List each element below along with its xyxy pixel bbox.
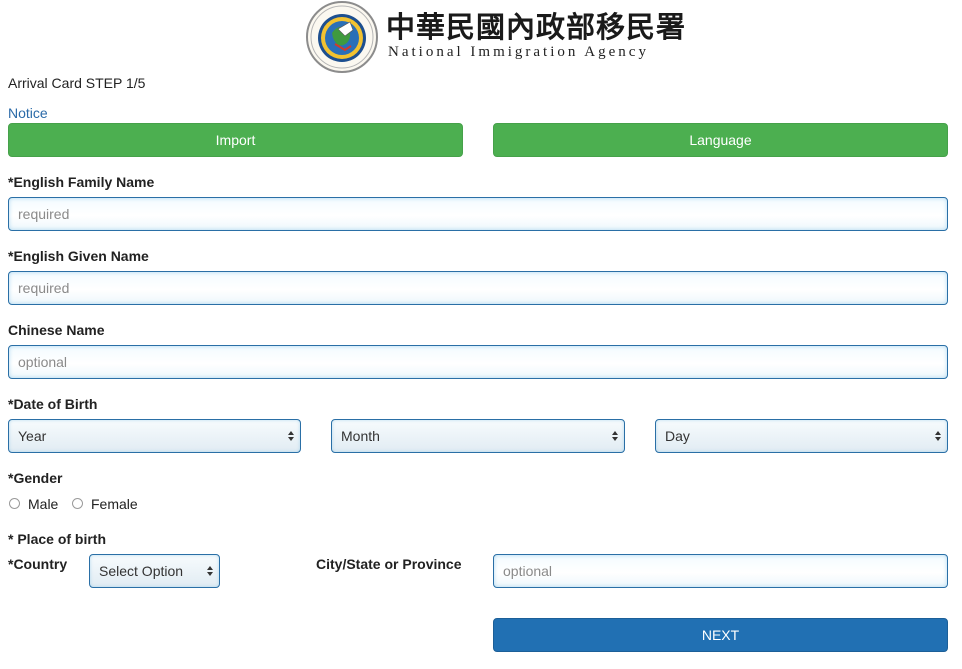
- gender-male-label[interactable]: Male: [28, 496, 58, 512]
- select-arrows-icon: [935, 431, 941, 441]
- birth-year-select[interactable]: Year: [8, 419, 301, 453]
- chinese-name-label: Chinese Name: [8, 322, 105, 338]
- family-name-label: *English Family Name: [8, 174, 155, 190]
- select-arrows-icon: [207, 566, 213, 576]
- birth-day-select[interactable]: Day: [655, 419, 948, 453]
- place-of-birth-label: * Place of birth: [8, 531, 107, 547]
- birth-month-value: Month: [341, 428, 380, 444]
- select-arrows-icon: [612, 431, 618, 441]
- agency-name-english: National Immigration Agency: [388, 44, 649, 60]
- country-label: *Country: [8, 556, 68, 572]
- agency-name-chinese: 中華民國內政部移民署: [386, 10, 687, 44]
- city-input[interactable]: [493, 554, 948, 588]
- chinese-name-input[interactable]: [8, 345, 948, 379]
- agency-seal-logo: [305, 0, 379, 74]
- country-select[interactable]: Select Option: [89, 554, 220, 588]
- birth-month-select[interactable]: Month: [331, 419, 625, 453]
- gender-male-radio[interactable]: [9, 498, 20, 509]
- notice-link[interactable]: Notice: [8, 105, 48, 121]
- date-of-birth-label: *Date of Birth: [8, 396, 98, 412]
- given-name-input[interactable]: [8, 271, 948, 305]
- select-arrows-icon: [288, 431, 294, 441]
- birth-day-value: Day: [665, 428, 690, 444]
- given-name-label: *English Given Name: [8, 248, 149, 264]
- step-indicator: Arrival Card STEP 1/5: [8, 75, 146, 91]
- gender-female-label[interactable]: Female: [91, 496, 138, 512]
- family-name-input[interactable]: [8, 197, 948, 231]
- gender-female-radio[interactable]: [72, 498, 83, 509]
- birth-year-value: Year: [18, 428, 47, 444]
- gender-label: *Gender: [8, 470, 63, 486]
- import-button[interactable]: Import: [8, 123, 463, 157]
- city-label: City/State or Province: [316, 556, 462, 572]
- language-button[interactable]: Language: [493, 123, 948, 157]
- next-button[interactable]: NEXT: [493, 618, 948, 652]
- country-select-value: Select Option: [99, 563, 184, 579]
